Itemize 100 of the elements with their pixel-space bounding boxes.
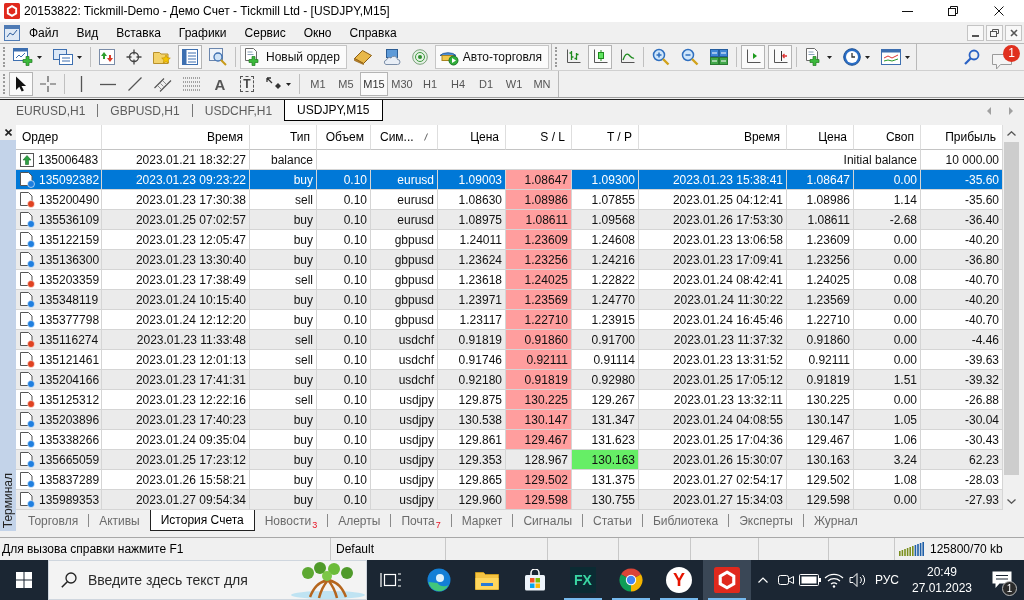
close-icon [994, 6, 1004, 16]
chart-tab[interactable]: USDJPY,M15 [284, 100, 383, 121]
arrows-up-down-icon [99, 49, 115, 65]
terminal-tab[interactable]: Активы [89, 510, 150, 531]
table-cell: 1.22710 [506, 310, 572, 330]
video-camera-icon [778, 573, 794, 587]
menu-item[interactable]: Файл [20, 22, 68, 43]
restore-button[interactable] [986, 24, 1003, 41]
chart-tab[interactable]: GBPUSD,H1 [98, 100, 192, 121]
toolbar-button[interactable] [178, 45, 202, 69]
timeframe-button[interactable]: M30 [388, 72, 416, 96]
target-icon [411, 49, 428, 65]
windows-logo-icon [16, 572, 32, 588]
order-number: 135665059 [39, 451, 100, 469]
table-row[interactable]: 135989353 2023.01.27 09:54:34 buy 0.10 usdjpy 129.960 129.598 130.755 2023.01.27 15:34:03 129.598 0.00 -27.93 [16, 490, 1003, 510]
scrollbar-thumb[interactable] [1004, 142, 1019, 475]
minimize-button[interactable] [967, 24, 984, 41]
menu-item[interactable]: Справка [340, 22, 406, 43]
language-button[interactable]: РУС [870, 560, 904, 600]
menu-item[interactable]: Вид [67, 22, 108, 43]
order-number: 135348119 [39, 291, 99, 309]
document-plus-icon [244, 48, 262, 66]
menu-item[interactable]: Окно [294, 22, 341, 43]
close-icon [1009, 28, 1018, 37]
order-number: 135122159 [39, 231, 100, 249]
task-view-icon [380, 572, 402, 588]
table-row[interactable]: 135536109 2023.01.25 07:02:57 buy 0.10 eurusd 1.08975 1.08611 1.09568 2023.01.26 17:53:30 1.08611 -2.68 -36.40 [16, 210, 1003, 230]
timeframe-button[interactable]: M15 [360, 72, 388, 96]
table-cell: 0.91819 [506, 370, 572, 390]
tool-button[interactable]: T [235, 72, 259, 96]
computer-cloud-icon [382, 49, 401, 65]
table-row[interactable]: 135665059 2023.01.25 17:23:12 buy 0.10 usdjpy 129.353 128.967 130.163 2023.01.26 15:30:07 130.163 3.24 62.23 [16, 450, 1003, 470]
close-button[interactable] [1005, 24, 1022, 41]
auto-trading-button[interactable]: Авто-торговля [434, 45, 550, 69]
table-cell: 130.225 [506, 390, 572, 410]
timeframe-button[interactable]: M1 [304, 72, 332, 96]
menu-item[interactable]: Вставка [107, 22, 170, 43]
window-title: 20153822: Tickmill-Demo - Демо Счет - Tickmill Ltd - [USDJPY,M15] [24, 3, 390, 20]
terminal-tab[interactable]: Журнал [803, 510, 868, 531]
tool-button[interactable]: A [208, 72, 232, 96]
terminal-tab[interactable]: Статьи [583, 510, 642, 531]
menu-item[interactable]: Сервис [235, 22, 295, 43]
taskbar-app-button[interactable]: FX [559, 560, 607, 600]
tiles-icon [710, 49, 729, 65]
table-cell: 1.08986 [506, 190, 572, 210]
table-row[interactable]: 135136300 2023.01.23 13:30:40 buy 0.10 gbpusd 1.23624 1.23256 1.24216 2023.01.23 17:09:41 1.23256 0.00 -36.80 [16, 250, 1003, 270]
table-cell: 1.24025 [506, 270, 572, 290]
timeframe-button[interactable]: W1 [500, 72, 528, 96]
timeframe-button[interactable]: M5 [332, 72, 360, 96]
horizontal-line-icon [100, 82, 116, 86]
taskbar-app-button[interactable]: Y [655, 560, 703, 600]
shopping-bag-icon [524, 569, 546, 591]
order-number: 135116274 [39, 331, 99, 349]
chart-tab[interactable]: USDCHF,H1 [192, 100, 285, 121]
timeframe-button[interactable]: H1 [416, 72, 444, 96]
timeframe-button[interactable]: D1 [472, 72, 500, 96]
search-icon [964, 49, 980, 65]
menu-item[interactable]: Графики [169, 22, 236, 43]
table-cell: 1.08647 [506, 170, 572, 190]
table-row[interactable]: 135092382 2023.01.23 09:23:22 buy 0.10 eurusd 1.09003 1.08647 1.09300 2023.01.23 15:38:41 1.08647 0.00 -35.60 [16, 170, 1003, 190]
table-cell: 1.23609 [506, 230, 572, 250]
table-cell: 1.08611 [506, 210, 572, 230]
toolbar-button[interactable] [741, 45, 766, 69]
new-order-button[interactable]: Новый ордер [240, 45, 347, 69]
terminal-tab[interactable]: Алерты [328, 510, 391, 531]
terminal-tab[interactable]: Библиотека [642, 510, 729, 531]
table-row[interactable]: 135348119 2023.01.24 10:15:40 buy 0.10 gbpusd 1.23971 1.23569 1.24770 2023.01.24 11:30:22 1.23569 0.00 -40.20 [16, 290, 1003, 310]
triangle-right-icon [1009, 106, 1013, 115]
table-row[interactable]: 135204166 2023.01.23 17:41:31 buy 0.10 usdchf 0.92180 0.91819 0.92980 2023.01.25 17:05:12 0.91819 1.51 -39.32 [16, 370, 1003, 390]
order-number: 135203896 [39, 411, 100, 429]
windows-stack-icon [53, 49, 73, 65]
line-chart-icon [619, 49, 636, 65]
chart-tab[interactable]: EURUSD,H1 [4, 100, 98, 121]
unread-count: 3 [312, 521, 318, 530]
table-row[interactable]: 135203896 2023.01.23 17:40:23 buy 0.10 usdjpy 130.538 130.147 131.347 2023.01.24 04:08:55 130.147 1.05 -30.04 [16, 410, 1003, 430]
taskbar-app-button[interactable] [703, 560, 751, 600]
search-field[interactable]: Введите здесь текст для [48, 560, 367, 600]
traffic-text: 125800/70 kb [930, 541, 1003, 558]
clock-button[interactable]: 20:49 27.01.2023 [904, 560, 980, 600]
terminal-tab[interactable]: Эксперты [729, 510, 803, 531]
crosshair-icon [40, 76, 56, 92]
timeframe-button[interactable]: H4 [444, 72, 472, 96]
hexagon-ring-icon [714, 567, 740, 593]
order-number: 135338266 [39, 431, 100, 449]
terminal-tab[interactable]: Маркет [451, 510, 513, 531]
timeframe-button[interactable]: MN [528, 72, 556, 96]
toolbar-button[interactable] [768, 45, 793, 69]
dotted-lines-icon [183, 77, 201, 91]
axis-arrow-icon [772, 49, 789, 65]
search-icon [61, 572, 77, 588]
notifications-button[interactable]: 1 [980, 560, 1024, 600]
toolbar-button[interactable] [588, 45, 613, 69]
terminal-tab[interactable]: История Счета [149, 510, 255, 531]
terminal-tab[interactable]: Торговля [18, 510, 89, 531]
clock-icon [843, 48, 862, 66]
hexagon-ring-icon [4, 3, 20, 19]
order-number: 135989353 [39, 491, 100, 509]
table-row[interactable]: 135116274 2023.01.23 11:33:48 sell 0.10 usdchf 0.91819 0.91860 0.91700 2023.01.23 11:37:32 0.91860 0.00 -4.46 [16, 330, 1003, 350]
terminal-tab[interactable]: Сигналы [513, 510, 583, 531]
tool-button[interactable] [9, 72, 33, 96]
